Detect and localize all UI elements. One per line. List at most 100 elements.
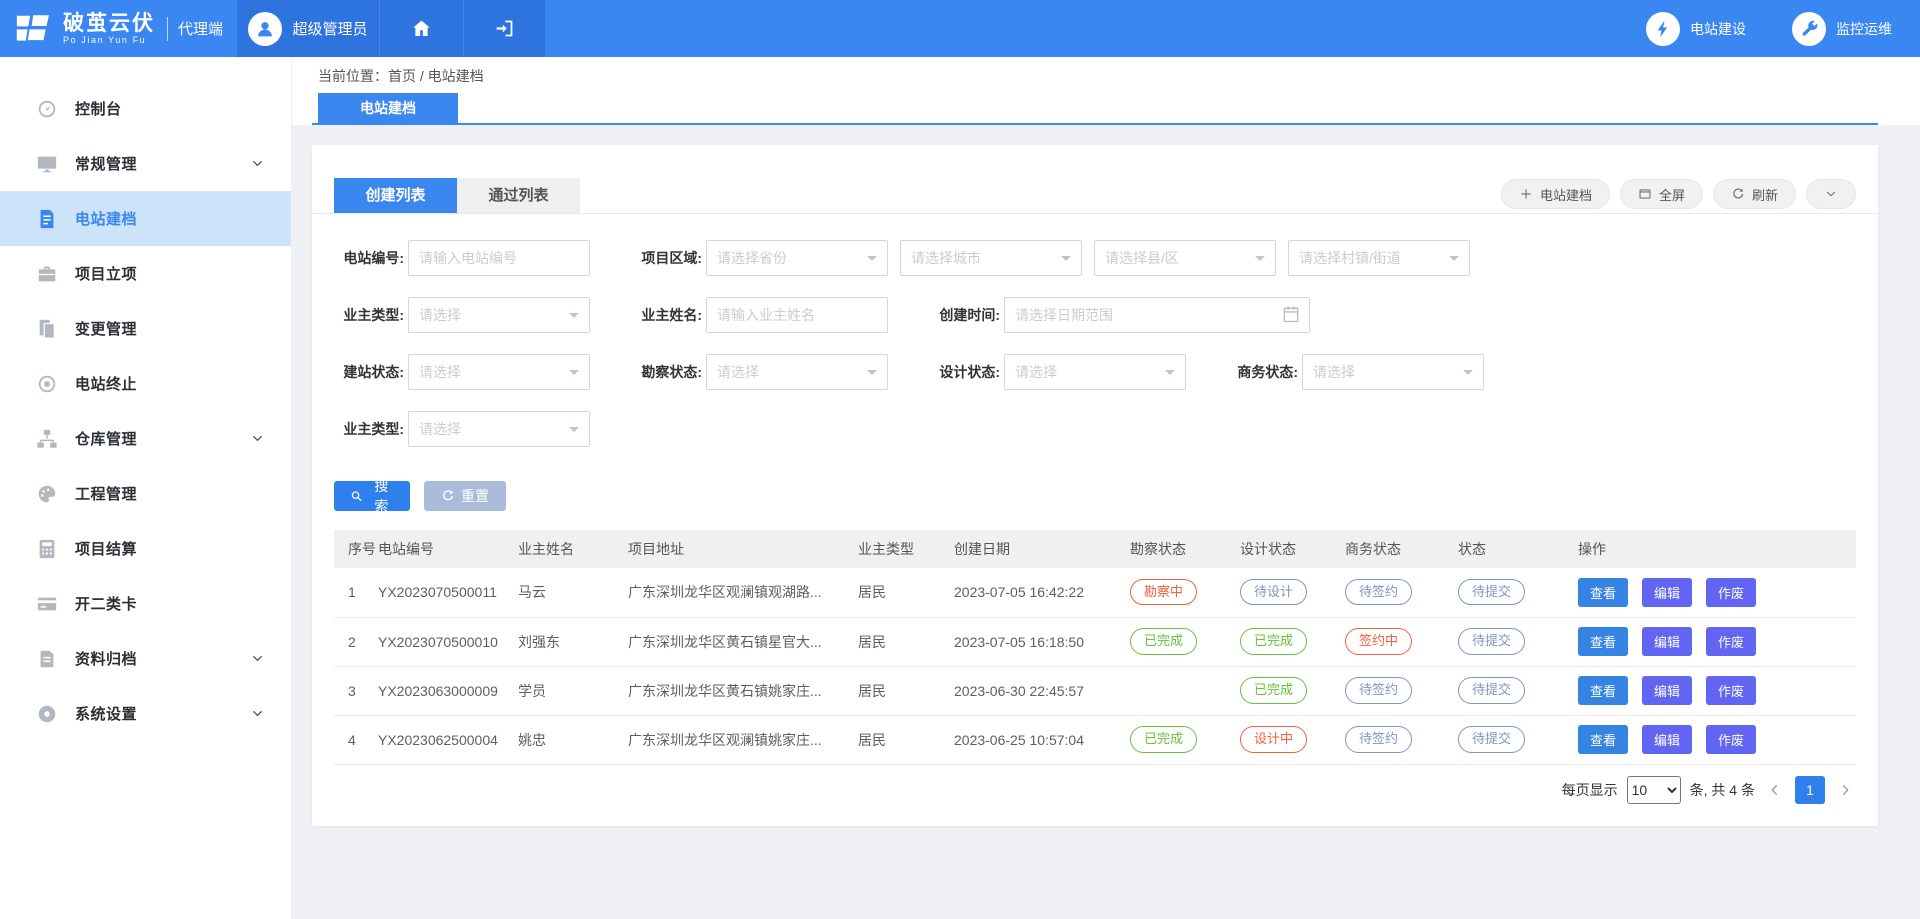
cell-station-no: YX2023070500010 — [378, 617, 518, 666]
filter-field: 勘察状态:请选择 — [632, 354, 888, 390]
date-range-input[interactable] — [1004, 297, 1310, 333]
status-badge: 待提交 — [1458, 726, 1525, 752]
void-button[interactable]: 作废 — [1706, 725, 1756, 754]
filter-row-3: 建站状态:请选择勘察状态:请选择设计状态:请选择商务状态:请选择 — [334, 354, 1856, 390]
top-strip: 当前位置：首页 / 电站建档 电站建档 — [292, 57, 1920, 125]
sidebar-item-11[interactable]: 资料归档 — [0, 631, 291, 686]
cell-survey-status: 已完成 — [1130, 715, 1240, 764]
filter-field: 业主姓名: — [632, 297, 888, 333]
edit-button[interactable]: 编辑 — [1642, 725, 1692, 754]
cell-owner: 姚忠 — [518, 715, 628, 764]
search-button[interactable]: 搜索 — [334, 481, 410, 511]
page-tab[interactable]: 电站建档 — [318, 93, 458, 123]
doc-icon — [36, 208, 58, 230]
edition-label: 代理端 — [178, 18, 223, 39]
cell-created: 2023-06-30 22:45:57 — [954, 666, 1130, 715]
logout-button[interactable] — [463, 0, 545, 57]
cell-created: 2023-07-05 16:42:22 — [954, 568, 1130, 617]
filter-field: 创建时间: — [930, 297, 1310, 333]
toolbar-plus-button[interactable]: 电站建档 — [1501, 179, 1610, 209]
current-page[interactable]: 1 — [1795, 776, 1825, 804]
sidebar-item-label: 变更管理 — [75, 318, 137, 339]
void-button[interactable]: 作废 — [1706, 578, 1756, 607]
home-button[interactable] — [379, 0, 463, 57]
sidebar-item-9[interactable]: 项目结算 — [0, 521, 291, 576]
sidebar-item-label: 工程管理 — [75, 483, 137, 504]
per-page-select[interactable]: 10 — [1627, 776, 1681, 804]
select-placeholder: 请选择 — [1313, 362, 1355, 382]
view-button[interactable]: 查看 — [1578, 578, 1628, 607]
user-menu[interactable]: 超级管理员 — [237, 0, 379, 57]
reset-button-label: 重置 — [461, 486, 489, 506]
filter-select[interactable]: 请选择 — [1302, 354, 1484, 390]
filter-select[interactable]: 请选择 — [408, 411, 590, 447]
sidebar-item-3[interactable]: 电站建档 — [0, 191, 291, 246]
cell-owner-type: 居民 — [858, 617, 954, 666]
filter-select[interactable]: 请选择 — [1004, 354, 1186, 390]
filter-select[interactable]: 请选择 — [706, 354, 888, 390]
sidebar-item-2[interactable]: 常规管理 — [0, 136, 291, 191]
filter-actions: 搜索 重置 — [312, 468, 1878, 511]
edition-divider — [167, 17, 168, 41]
filter-row-4: 业主类型:请选择 — [334, 411, 1856, 447]
filter-select[interactable]: 请选择省份 — [706, 240, 888, 276]
reset-button[interactable]: 重置 — [424, 481, 506, 511]
sidebar-item-label: 控制台 — [75, 98, 122, 119]
caret-down-icon — [569, 370, 579, 380]
list-tab-1[interactable]: 创建列表 — [334, 178, 457, 213]
breadcrumb-path[interactable]: 首页 / 电站建档 — [388, 68, 484, 84]
filter-date-range[interactable] — [1004, 297, 1310, 333]
header-nav-2[interactable]: 监控运维 — [1792, 12, 1892, 46]
header-nav-1[interactable]: 电站建设 — [1646, 12, 1746, 46]
list-tab-2[interactable]: 通过列表 — [457, 178, 580, 213]
cell-station-no: YX2023063000009 — [378, 666, 518, 715]
void-button[interactable]: 作废 — [1706, 627, 1756, 656]
select-placeholder: 请选择 — [717, 362, 759, 382]
cell-station-no: YX2023070500011 — [378, 568, 518, 617]
sidebar-item-10[interactable]: 开二类卡 — [0, 576, 291, 631]
toolbar-fullscreen-button[interactable]: 全屏 — [1620, 179, 1703, 209]
void-button[interactable]: 作废 — [1706, 676, 1756, 705]
view-button[interactable]: 查看 — [1578, 725, 1628, 754]
toolbar-refresh-button[interactable]: 刷新 — [1713, 179, 1796, 209]
view-button[interactable]: 查看 — [1578, 676, 1628, 705]
toolbar-chevron-button[interactable] — [1806, 179, 1856, 209]
filter-field: 业主类型:请选择 — [334, 297, 590, 333]
select-placeholder: 请选择 — [1015, 362, 1057, 382]
survey-status-badge: 已完成 — [1130, 726, 1197, 752]
meter-icon — [36, 483, 58, 505]
total-count-label: 条, 共 4 条 — [1690, 780, 1755, 800]
chevron-right-icon — [1837, 782, 1853, 798]
filter-select[interactable]: 请选择 — [408, 297, 590, 333]
cell-status: 待提交 — [1458, 666, 1578, 715]
caret-down-icon — [1463, 370, 1473, 380]
copy-icon — [36, 318, 58, 340]
sidebar-item-7[interactable]: 仓库管理 — [0, 411, 291, 466]
sidebar-item-label: 资料归档 — [75, 648, 137, 669]
monitor-icon — [36, 153, 58, 175]
filter-input[interactable] — [706, 297, 888, 333]
sidebar-item-6[interactable]: 电站终止 — [0, 356, 291, 411]
sidebar-item-5[interactable]: 变更管理 — [0, 301, 291, 356]
gauge-icon — [36, 98, 58, 120]
edit-button[interactable]: 编辑 — [1642, 627, 1692, 656]
caret-down-icon — [867, 370, 877, 380]
sidebar-item-4[interactable]: 项目立项 — [0, 246, 291, 301]
cell-survey-status — [1130, 666, 1240, 715]
prev-page-button[interactable] — [1764, 782, 1786, 798]
sidebar-item-12[interactable]: 系统设置 — [0, 686, 291, 741]
filter-input[interactable] — [408, 240, 590, 276]
panel-top: 创建列表通过列表 电站建档全屏刷新 — [312, 145, 1878, 214]
filter-select[interactable]: 请选择 — [408, 354, 590, 390]
next-page-button[interactable] — [1834, 782, 1856, 798]
filter-select[interactable]: 请选择县/区 — [1094, 240, 1276, 276]
filter-select[interactable]: 请选择村镇/街道 — [1288, 240, 1470, 276]
sidebar-item-1[interactable]: 控制台 — [0, 81, 291, 136]
select-placeholder: 请选择 — [419, 419, 461, 439]
filter-select[interactable]: 请选择城市 — [900, 240, 1082, 276]
sidebar-item-8[interactable]: 工程管理 — [0, 466, 291, 521]
edit-button[interactable]: 编辑 — [1642, 676, 1692, 705]
view-button[interactable]: 查看 — [1578, 627, 1628, 656]
edit-button[interactable]: 编辑 — [1642, 578, 1692, 607]
toolbar: 电站建档全屏刷新 — [1501, 179, 1856, 209]
